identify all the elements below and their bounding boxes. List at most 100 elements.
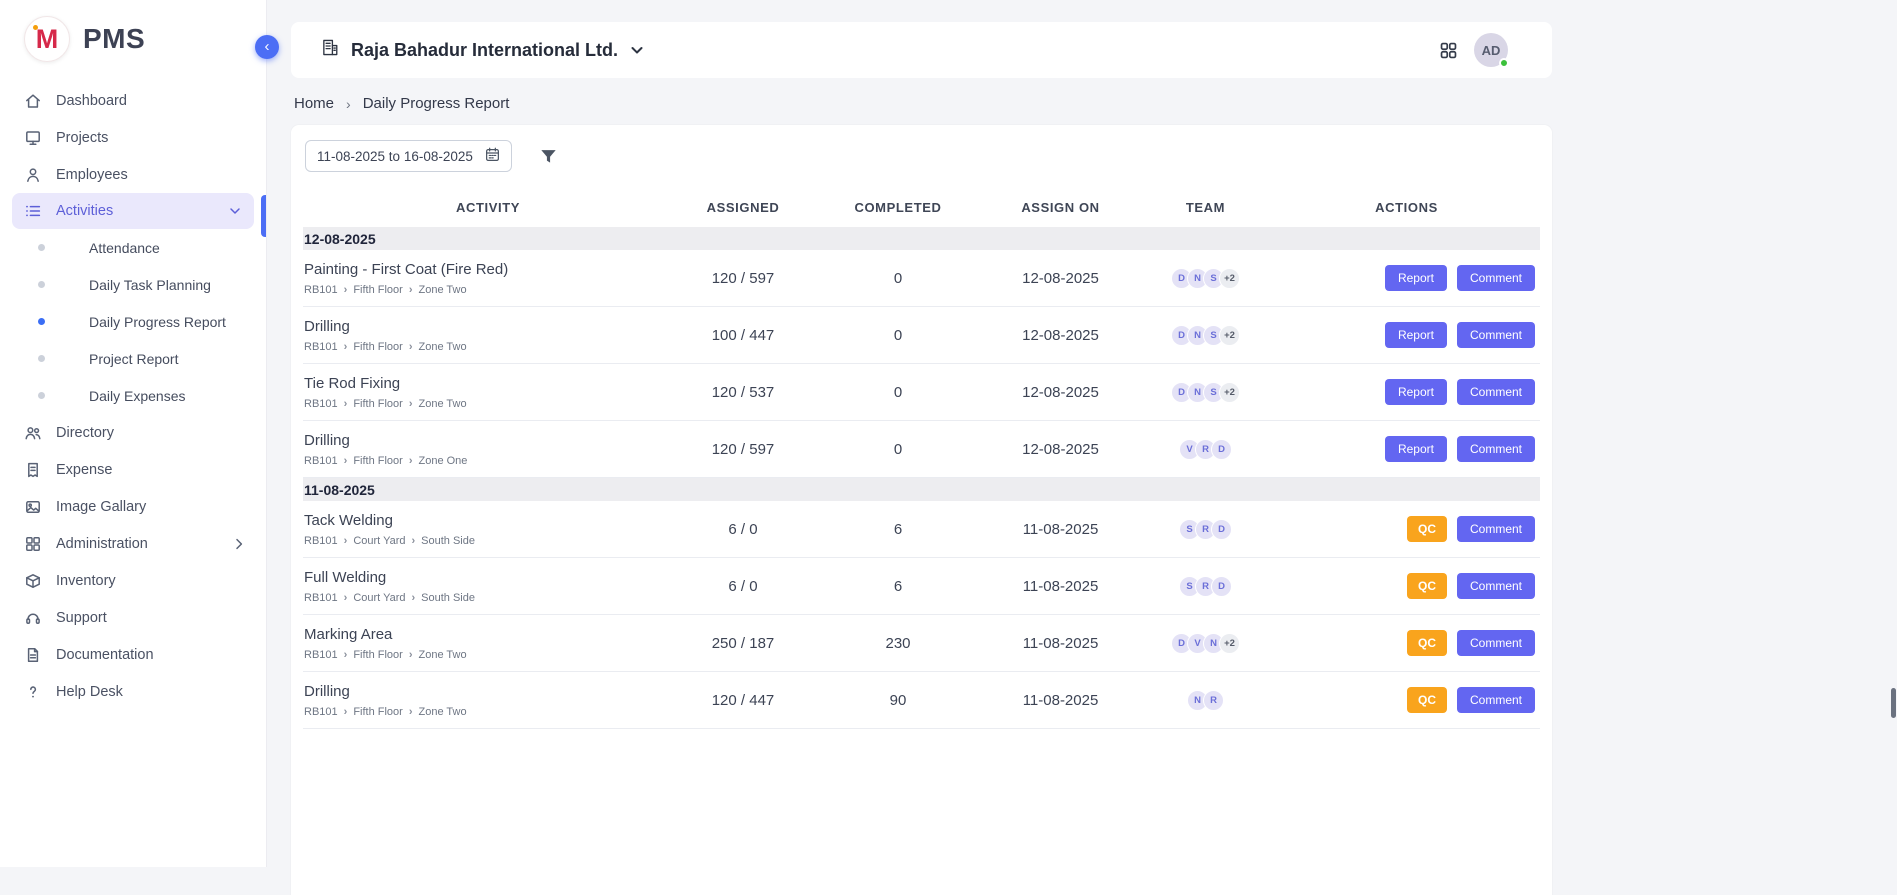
topbar-right: AD bbox=[1439, 33, 1508, 67]
team-overflow-badge[interactable]: +2 bbox=[1219, 268, 1240, 289]
path-segment: Fifth Floor bbox=[353, 706, 403, 718]
assigned-cell: 120 / 537 bbox=[673, 384, 813, 401]
qc-button[interactable]: QC bbox=[1407, 573, 1447, 599]
column-header-assign-on: ASSIGN ON bbox=[983, 200, 1138, 215]
report-button[interactable]: Report bbox=[1385, 379, 1447, 405]
sidebar-item-label: Projects bbox=[56, 130, 108, 146]
qc-button[interactable]: QC bbox=[1407, 630, 1447, 656]
sidebar-item-support[interactable]: Support bbox=[0, 599, 266, 636]
actions-cell: QC Comment bbox=[1273, 687, 1540, 713]
activity-cell: Full WeldingRB101›Court Yard›South Side bbox=[303, 561, 673, 612]
filter-icon[interactable] bbox=[539, 147, 558, 166]
table-row: DrillingRB101›Fifth Floor›Zone One120 / … bbox=[303, 421, 1540, 478]
activity-cell: DrillingRB101›Fifth Floor›Zone Two bbox=[303, 675, 673, 726]
report-button[interactable]: Report bbox=[1385, 436, 1447, 462]
comment-button[interactable]: Comment bbox=[1457, 516, 1535, 542]
activity-name: Drilling bbox=[304, 318, 667, 335]
team-cell: VRD bbox=[1138, 439, 1273, 460]
column-header-activity: ACTIVITY bbox=[303, 200, 673, 215]
team-cell: DVN+2 bbox=[1138, 633, 1273, 654]
report-button[interactable]: Report bbox=[1385, 322, 1447, 348]
actions-cell: Report Comment bbox=[1273, 322, 1540, 348]
qc-button[interactable]: QC bbox=[1407, 687, 1447, 713]
sidebar-item-help-desk[interactable]: Help Desk bbox=[0, 673, 266, 710]
activity-location-path: RB101›Fifth Floor›Zone Two bbox=[304, 341, 667, 353]
sidebar-item-label: Help Desk bbox=[56, 684, 123, 700]
completed-cell: 0 bbox=[813, 327, 983, 344]
home-icon bbox=[24, 92, 42, 110]
table-row: Painting - First Coat (Fire Red)RB101›Fi… bbox=[303, 250, 1540, 307]
qc-button[interactable]: QC bbox=[1407, 516, 1447, 542]
path-segment: RB101 bbox=[304, 284, 338, 296]
group-date-label: 11-08-2025 bbox=[304, 482, 375, 498]
assign-on-cell: 11-08-2025 bbox=[983, 578, 1138, 595]
sidebar-item-daily-expenses[interactable]: Daily Expenses bbox=[0, 377, 266, 414]
apps-grid-icon[interactable] bbox=[1439, 41, 1458, 60]
date-range-input[interactable]: 11-08-2025 to 16-08-2025 bbox=[305, 140, 512, 172]
comment-button[interactable]: Comment bbox=[1457, 630, 1535, 656]
sidebar-item-daily-progress-report[interactable]: Daily Progress Report bbox=[0, 303, 266, 340]
path-segment: Zone Two bbox=[419, 341, 467, 353]
sidebar-item-documentation[interactable]: Documentation bbox=[0, 636, 266, 673]
main-content: Raja Bahadur International Ltd. AD Home … bbox=[291, 0, 1552, 895]
breadcrumb-home[interactable]: Home bbox=[294, 95, 334, 112]
sidebar-collapse-button[interactable]: ‹ bbox=[255, 35, 279, 59]
comment-button[interactable]: Comment bbox=[1457, 379, 1535, 405]
comment-button[interactable]: Comment bbox=[1457, 436, 1535, 462]
comment-button[interactable]: Comment bbox=[1457, 265, 1535, 291]
sidebar-item-label: Support bbox=[56, 610, 107, 626]
path-segment: RB101 bbox=[304, 592, 338, 604]
support-icon bbox=[24, 609, 42, 627]
sidebar-item-attendance[interactable]: Attendance bbox=[0, 229, 266, 266]
page-scrollbar-track[interactable] bbox=[1889, 0, 1897, 867]
team-overflow-badge[interactable]: +2 bbox=[1219, 325, 1240, 346]
team-member-avatar[interactable]: D bbox=[1211, 519, 1232, 540]
activity-location-path: RB101›Fifth Floor›Zone Two bbox=[304, 706, 667, 718]
sidebar-item-dashboard[interactable]: Dashboard bbox=[0, 82, 266, 119]
chevron-right-icon: › bbox=[344, 341, 348, 353]
sidebar-item-inventory[interactable]: Inventory bbox=[0, 562, 266, 599]
team-cell: SRD bbox=[1138, 576, 1273, 597]
sidebar-item-directory[interactable]: Directory bbox=[0, 414, 266, 451]
bullet-dot bbox=[38, 244, 45, 251]
chevron-right-icon bbox=[230, 535, 248, 553]
sidebar-item-project-report[interactable]: Project Report bbox=[0, 340, 266, 377]
page-scrollbar-thumb[interactable] bbox=[1891, 688, 1896, 718]
sidebar-item-image-gallary[interactable]: Image Gallary bbox=[0, 488, 266, 525]
building-icon bbox=[321, 38, 340, 62]
path-segment: RB101 bbox=[304, 341, 338, 353]
comment-button[interactable]: Comment bbox=[1457, 322, 1535, 348]
chevron-down-icon bbox=[226, 202, 244, 220]
team-member-avatar[interactable]: D bbox=[1211, 576, 1232, 597]
chevron-right-icon: › bbox=[412, 592, 416, 604]
team-overflow-badge[interactable]: +2 bbox=[1219, 382, 1240, 403]
team-member-avatar[interactable]: R bbox=[1203, 690, 1224, 711]
comment-button[interactable]: Comment bbox=[1457, 573, 1535, 599]
team-member-avatar[interactable]: D bbox=[1211, 439, 1232, 460]
team-cell: NR bbox=[1138, 690, 1273, 711]
path-segment: Fifth Floor bbox=[353, 455, 403, 467]
team-overflow-badge[interactable]: +2 bbox=[1219, 633, 1240, 654]
assign-on-cell: 12-08-2025 bbox=[983, 270, 1138, 287]
chevron-right-icon: › bbox=[409, 649, 413, 661]
actions-cell: QC Comment bbox=[1273, 573, 1540, 599]
report-button[interactable]: Report bbox=[1385, 265, 1447, 291]
completed-cell: 0 bbox=[813, 441, 983, 458]
sidebar-item-expense[interactable]: Expense bbox=[0, 451, 266, 488]
sidebar-item-projects[interactable]: Projects bbox=[0, 119, 266, 156]
chevron-right-icon: › bbox=[409, 398, 413, 410]
sidebar-item-label: Documentation bbox=[56, 647, 154, 663]
helpdesk-icon bbox=[24, 683, 42, 701]
company-selector[interactable]: Raja Bahadur International Ltd. bbox=[321, 38, 645, 62]
sidebar-item-employees[interactable]: Employees bbox=[0, 156, 266, 193]
chevron-right-icon: › bbox=[344, 284, 348, 296]
comment-button[interactable]: Comment bbox=[1457, 687, 1535, 713]
avatar[interactable]: AD bbox=[1474, 33, 1508, 67]
sidebar-item-daily-task-planning[interactable]: Daily Task Planning bbox=[0, 266, 266, 303]
completed-cell: 0 bbox=[813, 384, 983, 401]
sidebar-item-administration[interactable]: Administration bbox=[0, 525, 266, 562]
activity-cell: Tie Rod FixingRB101›Fifth Floor›Zone Two bbox=[303, 367, 673, 418]
sidebar-item-activities[interactable]: Activities bbox=[12, 193, 254, 229]
chevron-right-icon: › bbox=[344, 398, 348, 410]
completed-cell: 0 bbox=[813, 270, 983, 287]
